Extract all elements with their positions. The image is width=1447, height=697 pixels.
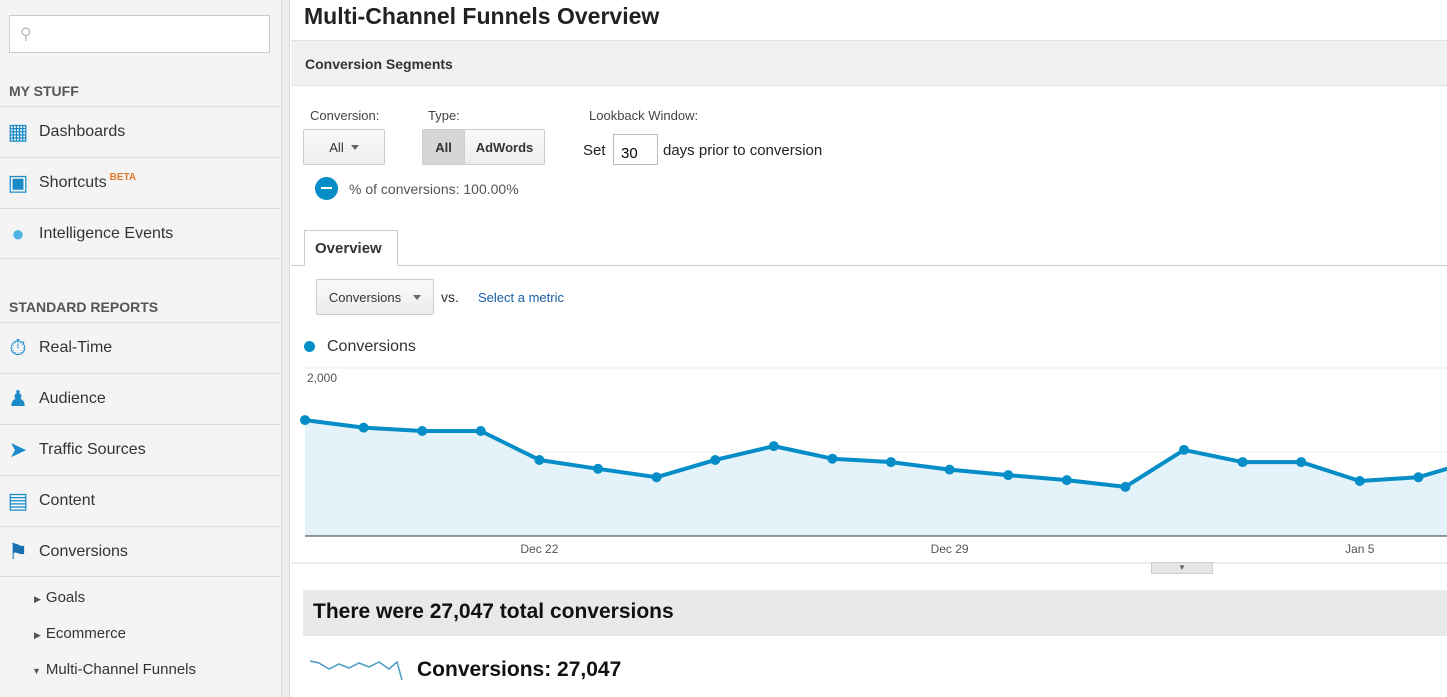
lightbulb-icon: ● — [11, 220, 25, 246]
section-standard-reports: STANDARD REPORTS — [9, 299, 159, 315]
lookback-label: Lookback Window: — [589, 108, 699, 123]
segments-title: Conversion Segments — [305, 56, 453, 72]
data-point — [417, 426, 428, 436]
sidebar-item-traffic-sources[interactable]: ➤ Traffic Sources — [0, 424, 282, 475]
data-point — [1179, 444, 1189, 455]
tab-overview[interactable]: Overview — [304, 230, 398, 266]
data-point — [593, 463, 603, 474]
sidebar-item-label: Audience — [39, 390, 106, 407]
triangle-right-icon: ▶ — [34, 630, 41, 640]
data-point — [886, 457, 896, 468]
percent-conversions: % of conversions: 100.00% — [349, 181, 519, 197]
sidebar-item-audience[interactable]: ♟ Audience — [0, 373, 282, 424]
data-point — [1413, 472, 1424, 483]
data-point — [358, 422, 369, 433]
sidebar-item-label: Real-Time — [39, 339, 113, 356]
type-all-button[interactable]: All — [422, 129, 465, 165]
data-point — [768, 441, 779, 452]
days-suffix: days prior to conversion — [663, 142, 823, 159]
data-point — [827, 453, 838, 464]
sidebar-item-content[interactable]: ▤ Content — [0, 475, 282, 526]
sidebar-item-dashboards[interactable]: ▦ Dashboards — [0, 106, 282, 157]
x-tick-label: Dec 22 — [520, 542, 558, 556]
conversion-segments-bar: Conversion Segments — [291, 40, 1447, 86]
data-point — [710, 454, 721, 465]
shortcut-icon: ▣ — [7, 170, 29, 195]
data-point — [300, 415, 310, 426]
data-point — [944, 464, 955, 475]
conversion-dropdown[interactable]: All — [303, 129, 385, 165]
sidebar-item-shortcuts[interactable]: ▣ Shortcuts BETA — [0, 157, 282, 208]
y-tick-label: 2,000 — [307, 371, 337, 385]
type-adwords-button[interactable]: AdWords — [464, 129, 545, 165]
tab-divider — [291, 265, 1447, 266]
conversion-value: All — [329, 139, 344, 155]
search-input[interactable]: ⚲ — [9, 15, 270, 53]
select-metric-link[interactable]: Select a metric — [478, 290, 564, 305]
data-point — [1120, 481, 1131, 492]
set-label: Set — [583, 142, 606, 159]
metric-value: Conversions — [328, 289, 402, 305]
sidebar-item-conversions[interactable]: ⚑ Conversions — [0, 526, 282, 577]
sidebar-item-label: Content — [39, 492, 96, 509]
flag-icon: ⚑ — [8, 538, 28, 564]
legend-dot — [304, 341, 315, 352]
triangle-down-icon: ▼ — [32, 666, 41, 676]
sidebar-item-label: Dashboards — [39, 123, 126, 140]
vs-label: vs. — [441, 289, 459, 305]
data-point — [1003, 470, 1014, 481]
sidebar-subitem-label: Multi-Channel Funnels — [45, 661, 196, 678]
sidebar-item-label: Shortcuts — [39, 174, 107, 191]
data-point — [534, 454, 545, 465]
metric-dropdown[interactable]: Conversions — [316, 279, 434, 315]
conversions-summary: Conversions: 27,047 — [417, 658, 622, 681]
sidebar: ⚲ MY STUFF ▦ Dashboards ▣ Shortcuts BETA ● I… — [0, 0, 282, 697]
sidebar-subitem-goals[interactable]: ▶ Goals — [34, 589, 85, 606]
sidebar-item-real-time[interactable]: ⏱ Real-Time — [0, 322, 282, 373]
sidebar-subitem-ecommerce[interactable]: ▶ Ecommerce — [34, 625, 126, 642]
section-my-stuff: MY STUFF — [9, 83, 79, 99]
chart-collapse-handle[interactable]: ▼ — [1151, 562, 1213, 574]
data-point — [475, 426, 486, 436]
data-point — [1296, 457, 1307, 468]
page-title: Multi-Channel Funnels Overview — [304, 3, 660, 29]
sidebar-subitem-multi-channel-funnels[interactable]: ▼ Multi-Channel Funnels — [32, 661, 196, 678]
pie-icon — [315, 177, 338, 200]
legend-label: Conversions — [327, 338, 416, 355]
arrows-icon: ➤ — [8, 437, 28, 462]
beta-badge: BETA — [109, 171, 137, 183]
area-fill — [305, 420, 1447, 536]
sparkline-icon — [309, 660, 403, 681]
lookback-days-input[interactable] — [613, 134, 658, 165]
chevron-down-icon — [350, 144, 359, 150]
clock-icon: ⏱ — [9, 335, 27, 360]
main-content: Multi-Channel Funnels Overview Conversio… — [291, 0, 1447, 697]
conversion-label: Conversion: — [310, 108, 380, 123]
sidebar-item-intelligence-events[interactable]: ● Intelligence Events — [0, 208, 282, 259]
sidebar-item-label: Conversions — [39, 542, 128, 560]
page-icon: ▤ — [7, 488, 29, 513]
data-point — [1237, 457, 1248, 468]
sidebar-item-label: Traffic Sources — [39, 441, 146, 458]
triangle-right-icon: ▶ — [34, 594, 41, 604]
sidebar-subitem-label: Goals — [45, 589, 86, 606]
data-point — [1354, 475, 1365, 486]
x-tick-label: Dec 29 — [931, 542, 969, 556]
sidebar-resize-handle[interactable] — [282, 0, 290, 697]
sidebar-subitem-label: Ecommerce — [45, 625, 126, 642]
x-tick-label: Jan 5 — [1345, 542, 1375, 556]
search-icon: ⚲ — [20, 26, 32, 43]
type-label: Type: — [428, 108, 460, 123]
total-conversions-banner: There were 27,047 total conversions — [303, 590, 1447, 636]
sidebar-item-label: Intelligence Events — [39, 224, 174, 242]
data-point — [1061, 475, 1072, 486]
chevron-down-icon — [413, 294, 422, 300]
data-point — [651, 472, 662, 483]
grid-icon: ▦ — [7, 119, 29, 144]
people-icon: ♟ — [8, 386, 28, 411]
conversions-chart: 2,0001,000Dec 22Dec 29Jan 5 — [291, 367, 1447, 564]
